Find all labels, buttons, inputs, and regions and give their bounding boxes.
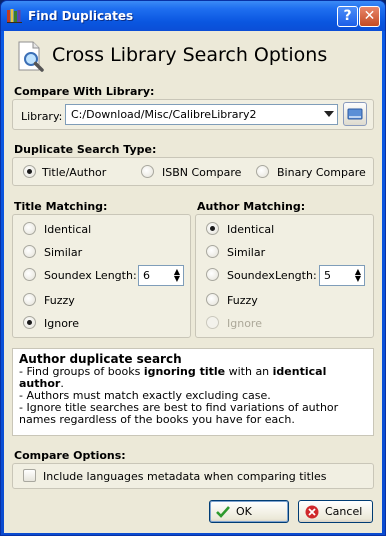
author-length-spinbox[interactable]: 5 ▲ ▼ xyxy=(319,265,365,286)
cancel-icon xyxy=(305,505,319,519)
author-length-label: Length: xyxy=(275,269,317,282)
close-icon: ✕ xyxy=(363,8,376,24)
window-title: Find Duplicates xyxy=(28,9,134,23)
browse-folder-icon xyxy=(347,108,363,120)
author-matching-label: Author Matching: xyxy=(197,200,306,213)
description-title: Author duplicate search xyxy=(19,352,182,366)
author-radio-fuzzy[interactable] xyxy=(206,293,219,306)
close-button[interactable]: ✕ xyxy=(359,6,380,27)
author-radio-identical[interactable] xyxy=(206,222,219,235)
dialog-client-area: Cross Library Search Options Compare Wit… xyxy=(4,31,382,533)
cancel-button[interactable]: Cancel xyxy=(298,500,373,523)
cancel-button-label: Cancel xyxy=(325,505,363,518)
title-identical-label: Identical xyxy=(44,223,92,236)
spin-arrows-icon[interactable]: ▲ ▼ xyxy=(355,268,361,283)
radio-isbn-compare[interactable] xyxy=(141,165,154,178)
author-soundex-label: Soundex xyxy=(227,269,275,282)
title-radio-ignore[interactable] xyxy=(23,316,36,329)
library-label: Library: xyxy=(21,110,63,123)
title-bar[interactable]: Find Duplicates ? ✕ xyxy=(1,1,385,31)
title-soundex-label: Soundex xyxy=(44,269,92,282)
title-length-label: Length: xyxy=(95,269,137,282)
spin-arrows-icon[interactable]: ▲ ▼ xyxy=(174,268,180,283)
title-similar-label: Similar xyxy=(44,246,83,259)
help-icon: ? xyxy=(343,8,352,24)
author-radio-soundex[interactable] xyxy=(206,268,219,281)
title-radio-soundex[interactable] xyxy=(23,268,36,281)
description-line-3: - Ignore title searches are best to find… xyxy=(19,401,339,426)
title-length-spinbox[interactable]: 6 ▲ ▼ xyxy=(138,265,184,286)
search-description-box: Author duplicate search - Find groups of… xyxy=(12,348,374,436)
radio-isbn-compare-label: ISBN Compare xyxy=(162,166,242,179)
title-radio-similar[interactable] xyxy=(23,245,36,258)
title-fuzzy-label: Fuzzy xyxy=(44,294,75,307)
author-identical-label: Identical xyxy=(227,223,275,236)
title-matching-label: Title Matching: xyxy=(14,200,108,213)
author-fuzzy-label: Fuzzy xyxy=(227,294,258,307)
title-length-value: 6 xyxy=(143,269,150,282)
search-document-icon xyxy=(18,41,44,72)
title-radio-fuzzy[interactable] xyxy=(23,293,36,306)
include-languages-checkbox[interactable] xyxy=(23,469,36,482)
radio-title-author[interactable] xyxy=(23,165,36,178)
chevron-down-icon xyxy=(324,111,334,117)
compare-options-label: Compare Options: xyxy=(14,449,126,462)
include-languages-label: Include languages metadata when comparin… xyxy=(43,470,327,483)
radio-title-author-label: Title/Author xyxy=(42,166,107,179)
ok-button[interactable]: OK xyxy=(209,500,289,523)
browse-library-button[interactable] xyxy=(343,102,367,126)
author-similar-label: Similar xyxy=(227,246,266,259)
author-radio-similar[interactable] xyxy=(206,245,219,258)
title-ignore-label: Ignore xyxy=(44,317,79,330)
search-type-label: Duplicate Search Type: xyxy=(14,143,157,156)
help-button[interactable]: ? xyxy=(337,6,358,27)
page-title: Cross Library Search Options xyxy=(52,44,328,66)
find-duplicates-window: Find Duplicates ? ✕ Cross Library Search… xyxy=(0,0,386,536)
title-radio-identical[interactable] xyxy=(23,222,36,235)
library-books-icon xyxy=(7,9,22,23)
compare-library-label: Compare With Library: xyxy=(14,85,155,98)
library-combo[interactable]: C:/Download/Misc/CalibreLibrary2 xyxy=(65,104,338,125)
author-radio-ignore xyxy=(206,316,219,329)
library-combo-value: C:/Download/Misc/CalibreLibrary2 xyxy=(71,108,257,121)
radio-binary-compare-label: Binary Compare xyxy=(277,166,366,179)
description-line-1: - Find groups of books ignoring title wi… xyxy=(19,365,327,390)
author-length-value: 5 xyxy=(324,269,331,282)
checkmark-icon xyxy=(216,506,230,518)
radio-binary-compare[interactable] xyxy=(256,165,269,178)
author-ignore-label: Ignore xyxy=(227,317,262,330)
ok-button-label: OK xyxy=(236,505,252,518)
